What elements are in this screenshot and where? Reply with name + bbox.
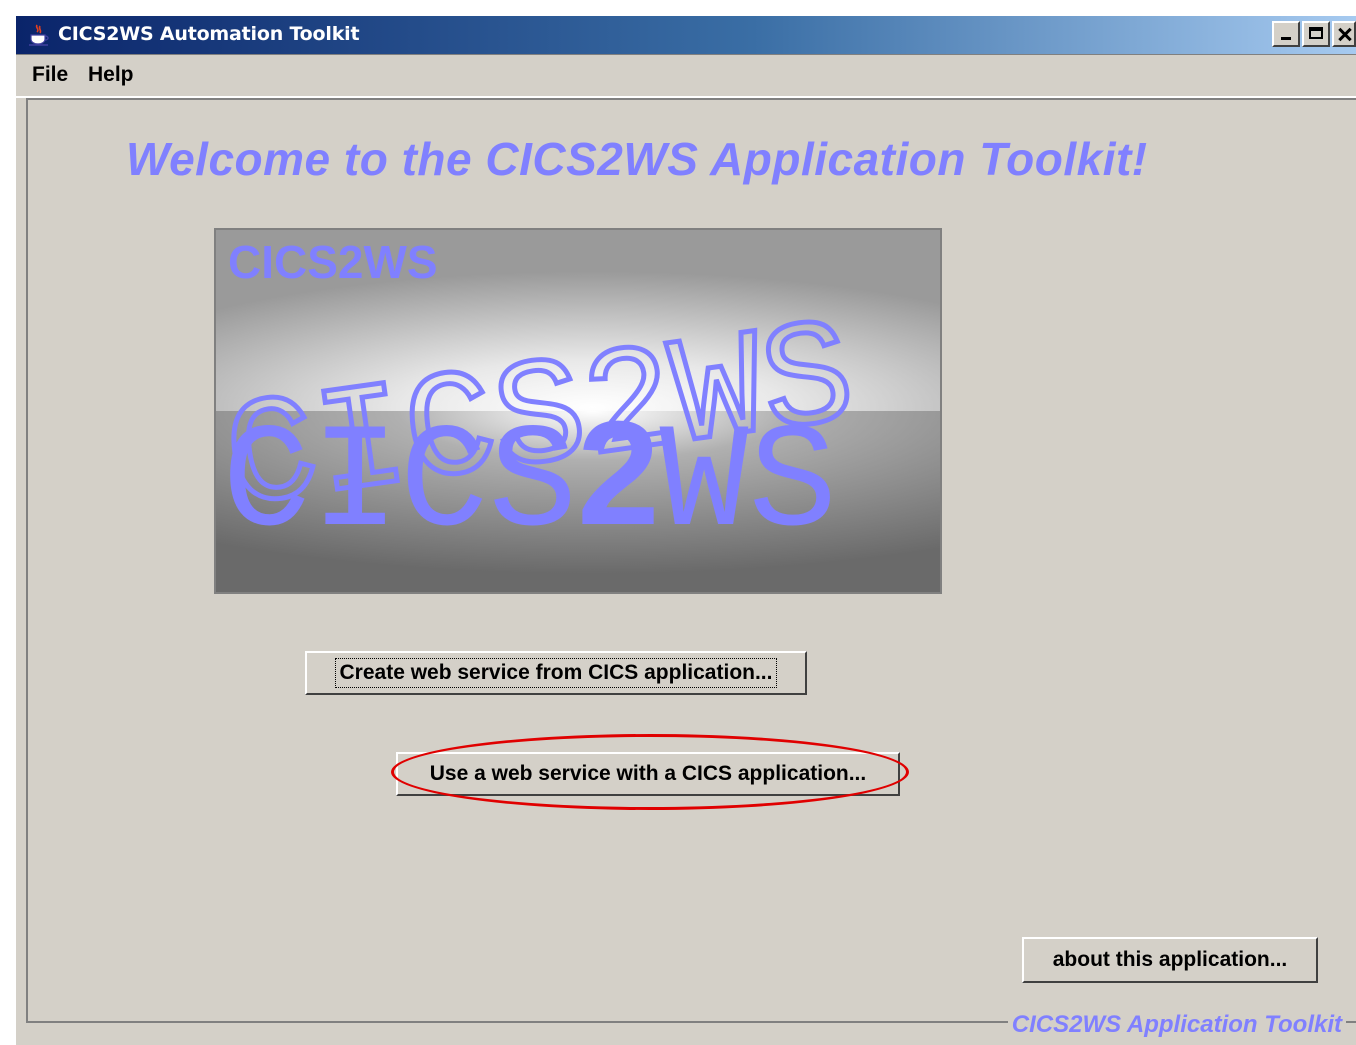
menu-file[interactable]: File	[32, 63, 68, 87]
close-button[interactable]	[1332, 21, 1356, 47]
cics2ws-logo-image: CICS2WS CICS2WS CICS2WS	[214, 228, 942, 594]
java-coffee-cup-icon	[28, 24, 50, 46]
minimize-button[interactable]	[1272, 21, 1300, 47]
menu-help[interactable]: Help	[88, 63, 134, 87]
create-web-service-button[interactable]: Create web service from CICS application…	[305, 651, 807, 695]
app-window: CICS2WS Automation Toolkit File Help Wel…	[14, 14, 1356, 1045]
footer-title: CICS2WS Application Toolkit	[1007, 1011, 1346, 1039]
welcome-heading: Welcome to the CICS2WS Application Toolk…	[126, 133, 1148, 185]
menu-bar: File Help	[16, 54, 1356, 98]
maximize-button[interactable]	[1302, 21, 1330, 47]
use-web-service-label: Use a web service with a CICS applicatio…	[429, 762, 867, 785]
logo-bottom-text: CICS2WS	[222, 391, 837, 569]
title-bar[interactable]: CICS2WS Automation Toolkit	[16, 16, 1356, 54]
use-web-service-button[interactable]: Use a web service with a CICS applicatio…	[396, 752, 900, 796]
create-web-service-label: Create web service from CICS application…	[334, 658, 778, 688]
logo-corner-text: CICS2WS	[228, 236, 438, 288]
window-controls	[1272, 21, 1356, 49]
about-label: about this application...	[1052, 948, 1288, 971]
about-button[interactable]: about this application...	[1022, 937, 1318, 983]
window-title: CICS2WS Automation Toolkit	[58, 23, 360, 45]
